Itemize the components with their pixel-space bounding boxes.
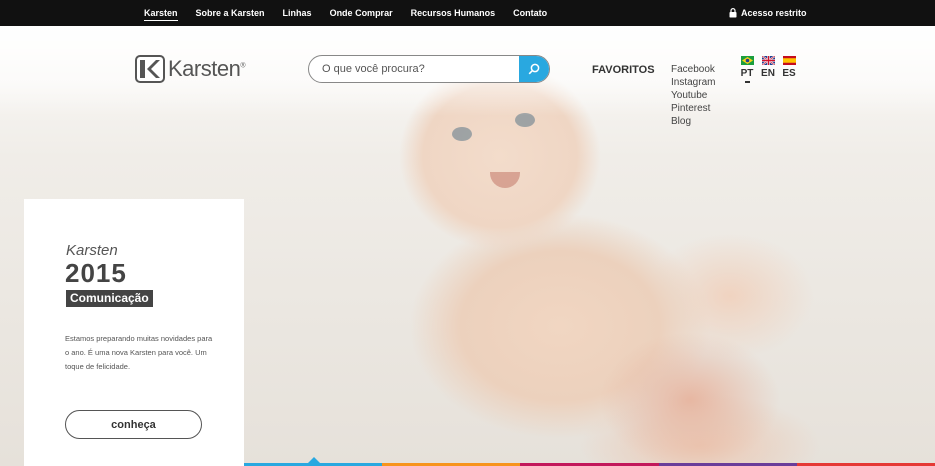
- top-nav: Karsten Sobre a Karsten Linhas Onde Comp…: [144, 0, 565, 26]
- search-input[interactable]: [309, 56, 521, 82]
- search-button[interactable]: [519, 56, 549, 82]
- search-box: [308, 55, 550, 83]
- logo-text: Karsten®: [168, 56, 245, 81]
- restricted-access-label: Acesso restrito: [741, 8, 807, 18]
- social-link-blog[interactable]: Blog: [671, 116, 691, 127]
- karsten-logo-icon: [135, 55, 165, 83]
- uk-flag-icon: [761, 56, 775, 65]
- promo-tag: Comunicação: [66, 290, 153, 307]
- lang-pt-label: PT: [740, 68, 754, 79]
- registered-mark: ®: [240, 62, 245, 70]
- brazil-flag-icon: [740, 56, 754, 65]
- search-icon: [528, 63, 540, 75]
- top-nav-linhas[interactable]: Linhas: [283, 0, 312, 26]
- promo-year: 2015: [65, 258, 127, 288]
- top-nav-rh[interactable]: Recursos Humanos: [411, 0, 496, 26]
- promo-text: Estamos preparando muitas novidades para…: [65, 334, 213, 371]
- social-link-pinterest[interactable]: Pinterest: [671, 103, 710, 114]
- social-link-facebook[interactable]: Facebook: [671, 64, 715, 75]
- hero-image-detail: [560, 300, 800, 466]
- top-nav-onde-comprar[interactable]: Onde Comprar: [330, 0, 393, 26]
- top-bar: Karsten Sobre a Karsten Linhas Onde Comp…: [0, 0, 935, 26]
- conheca-button[interactable]: conheça: [65, 410, 202, 439]
- active-language-indicator: [744, 81, 750, 83]
- favoritos-link[interactable]: FAVORITOS: [592, 64, 655, 76]
- lock-icon: [729, 8, 737, 18]
- social-link-instagram[interactable]: Instagram: [671, 77, 715, 88]
- lang-pt[interactable]: PT: [740, 56, 754, 83]
- promo-brand: Karsten: [66, 242, 118, 259]
- restricted-access-link[interactable]: Acesso restrito: [729, 0, 807, 26]
- karsten-logo[interactable]: Karsten®: [135, 55, 245, 83]
- lang-es[interactable]: ES: [782, 56, 796, 83]
- lang-es-label: ES: [782, 68, 796, 79]
- lang-en[interactable]: EN: [761, 56, 775, 83]
- lang-en-label: EN: [761, 68, 775, 79]
- hero-image-detail: [452, 127, 472, 141]
- language-selector: PT EN ES: [740, 56, 803, 83]
- social-links: Facebook Instagram Youtube Pinterest Blo…: [671, 63, 715, 128]
- top-nav-sobre[interactable]: Sobre a Karsten: [196, 0, 265, 26]
- social-link-youtube[interactable]: Youtube: [671, 90, 707, 101]
- top-nav-contato[interactable]: Contato: [513, 0, 547, 26]
- top-nav-karsten[interactable]: Karsten: [144, 0, 178, 26]
- promo-card: Karsten 2015 Comunicação Estamos prepara…: [24, 199, 244, 466]
- spain-flag-icon: [782, 56, 796, 65]
